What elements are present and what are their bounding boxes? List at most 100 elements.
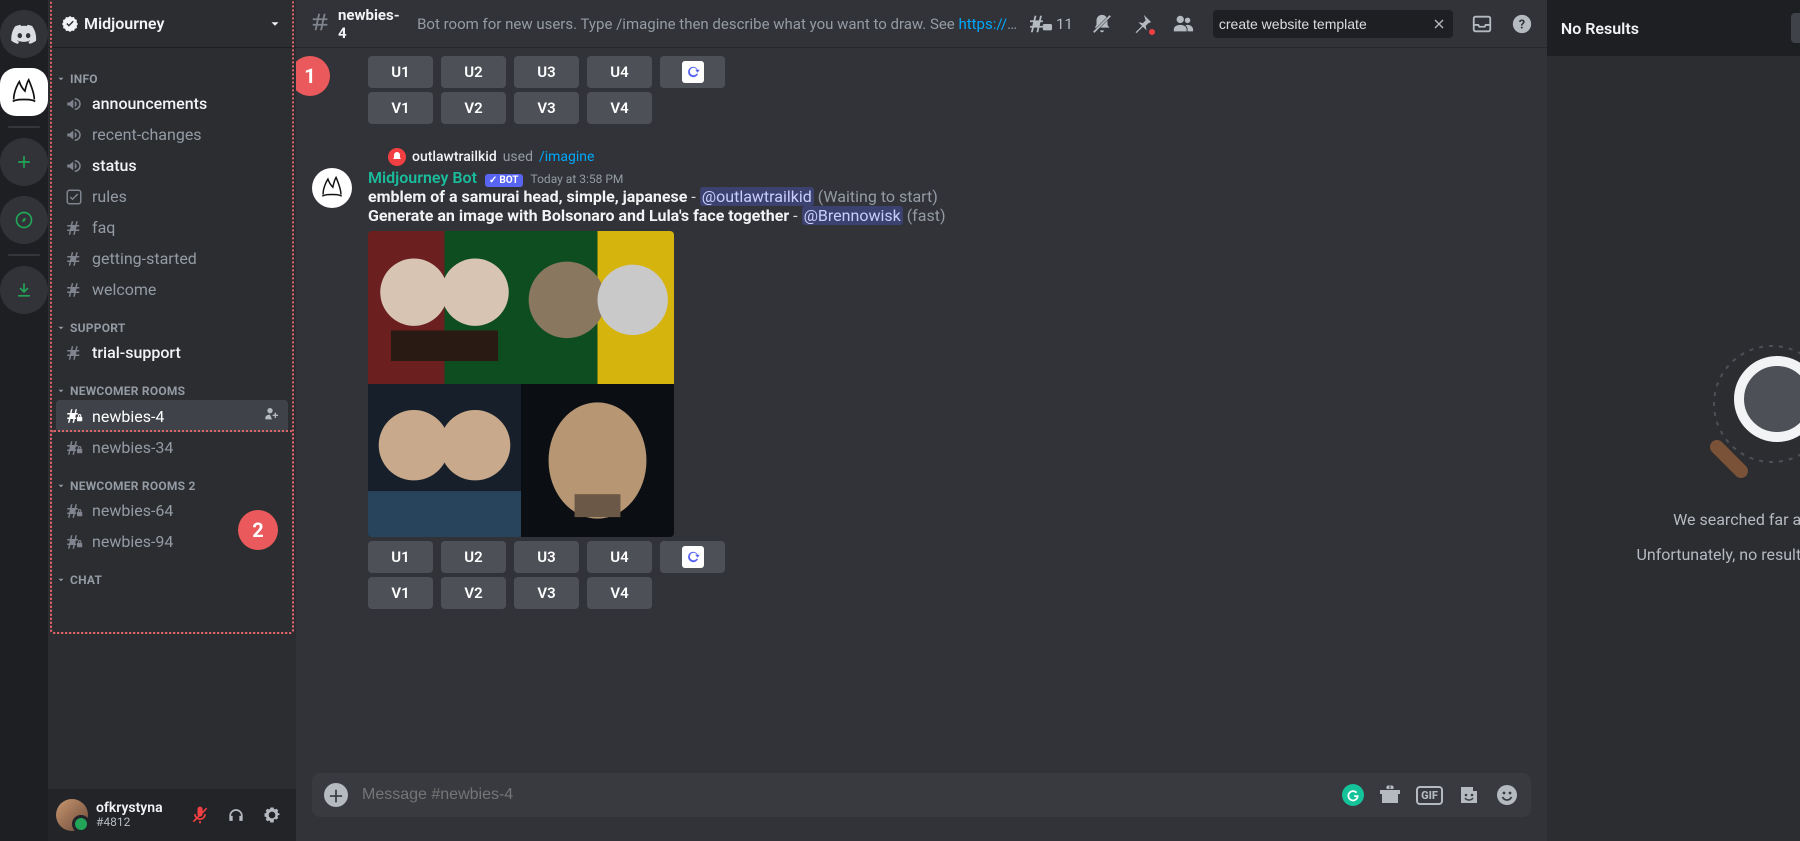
message-author[interactable]: Midjourney Bot [368,168,477,187]
bot-tag: ✓ BOT [485,174,523,187]
channel-label: newbies-94 [92,532,173,551]
clear-search-icon[interactable] [1431,16,1447,32]
channel-item[interactable]: newbies-64 [56,495,288,526]
channel-topic-link[interactable]: https://d... [958,15,1020,33]
checkbox-icon [64,188,84,206]
help-button[interactable]: ? [1511,13,1533,35]
empty-search-illustration [1687,334,1800,494]
channel-label: announcements [92,94,207,113]
search-box[interactable] [1213,10,1453,38]
server-header[interactable]: Midjourney [48,0,296,48]
u1-button[interactable]: U1 [368,56,433,88]
channel-item[interactable]: getting-started [56,243,288,274]
server-midjourney[interactable] [0,68,48,116]
u3-button[interactable]: U3 [514,541,579,573]
search-tab-new[interactable]: New [1791,13,1800,43]
channel-topic[interactable]: Bot room for new users. Type /imagine th… [417,15,1020,33]
discord-home-button[interactable] [0,10,48,58]
reroll-button[interactable] [660,541,725,573]
channel-label: trial-support [92,343,181,362]
download-apps-button[interactable] [0,266,48,314]
reroll-button[interactable] [660,56,725,88]
channel-label: newbies-64 [92,501,173,520]
gift-icon[interactable] [1378,783,1402,807]
deafen-button[interactable] [220,799,252,831]
v2-button[interactable]: V2 [441,92,506,124]
create-invite-icon[interactable] [264,406,280,426]
channel-item[interactable]: announcements [56,88,288,119]
server-name: Midjourney [84,14,164,33]
category-header[interactable]: SUPPORT [56,305,288,337]
hash-lock-icon [64,407,84,425]
message-composer[interactable]: ＋ GIF [312,773,1531,817]
channel-item[interactable]: status [56,150,288,181]
u2-button[interactable]: U2 [441,541,506,573]
category-header[interactable]: NEWCOMER ROOMS 2 [56,463,288,495]
hash-icon [64,344,84,362]
u4-button[interactable]: U4 [587,56,652,88]
u4-button[interactable]: U4 [587,541,652,573]
v4-button[interactable]: V4 [587,92,652,124]
v1-button[interactable]: V1 [368,577,433,609]
channel-item[interactable]: newbies-4 [56,400,288,432]
notification-settings-button[interactable] [1091,13,1113,35]
interaction-command[interactable]: /imagine [539,149,595,165]
hash-icon [310,11,332,33]
member-list-button[interactable] [1171,13,1195,35]
hash-icon [64,250,84,268]
v3-button[interactable]: V3 [514,577,579,609]
message-input[interactable] [362,786,1328,804]
threads-icon [1030,13,1052,35]
mention-user-2[interactable]: @Brennowisk [802,206,903,225]
search-input[interactable] [1219,16,1425,32]
inbox-button[interactable] [1471,13,1493,35]
channel-label: newbies-34 [92,438,173,457]
channel-item[interactable]: trial-support [56,337,288,368]
mention-user-1[interactable]: @outlawtrailkid [700,187,814,206]
user-settings-button[interactable] [256,799,288,831]
channel-label: newbies-4 [92,407,164,426]
interaction-user[interactable]: outlawtrailkid [412,149,497,165]
v3-button[interactable]: V3 [514,92,579,124]
u1-button[interactable]: U1 [368,541,433,573]
channel-item[interactable]: recent-changes [56,119,288,150]
emoji-picker-button[interactable] [1495,783,1519,807]
message-timestamp: Today at 3:58 PM [531,172,624,186]
u2-button[interactable]: U2 [441,56,506,88]
mute-mic-button[interactable] [184,799,216,831]
channel-item[interactable]: welcome [56,274,288,305]
category-header[interactable]: NEWCOMER ROOMS [56,368,288,400]
hash-icon [64,219,84,237]
v4-button[interactable]: V4 [587,577,652,609]
pinned-messages-button[interactable] [1131,13,1153,35]
plus-icon [14,152,34,172]
channel-item[interactable]: faq [56,212,288,243]
threads-button[interactable]: 11 [1030,13,1073,35]
gif-picker-button[interactable]: GIF [1416,786,1443,805]
channel-item[interactable]: newbies-94 [56,526,288,557]
search-empty-line-1: We searched far and wide. [1673,510,1800,529]
v1-button[interactable]: V1 [368,92,433,124]
explore-servers-button[interactable] [0,196,48,244]
channel-title: newbies-4 [310,6,407,42]
category-header[interactable]: INFO [56,56,288,88]
svg-text:?: ? [1519,17,1525,32]
bot-avatar[interactable] [312,168,352,208]
add-server-button[interactable] [0,138,48,186]
channel-label: recent-changes [92,125,202,144]
refresh-icon [682,61,704,83]
message-line-2: Generate an image with Bolsonaro and Lul… [368,206,1531,225]
u3-button[interactable]: U3 [514,56,579,88]
self-user-area[interactable]: ofkrystyna #4812 [96,801,163,830]
grammarly-icon[interactable] [1342,784,1364,806]
self-avatar[interactable] [56,799,88,831]
channel-label: welcome [92,280,156,299]
channel-item[interactable]: newbies-34 [56,432,288,463]
v2-button[interactable]: V2 [441,577,506,609]
category-header[interactable]: CHAT [56,557,288,589]
sticker-picker-button[interactable] [1457,783,1481,807]
channel-item[interactable]: rules [56,181,288,212]
generated-image-grid[interactable] [368,231,674,537]
chevron-down-icon [268,17,282,31]
attach-button[interactable]: ＋ [324,783,348,807]
